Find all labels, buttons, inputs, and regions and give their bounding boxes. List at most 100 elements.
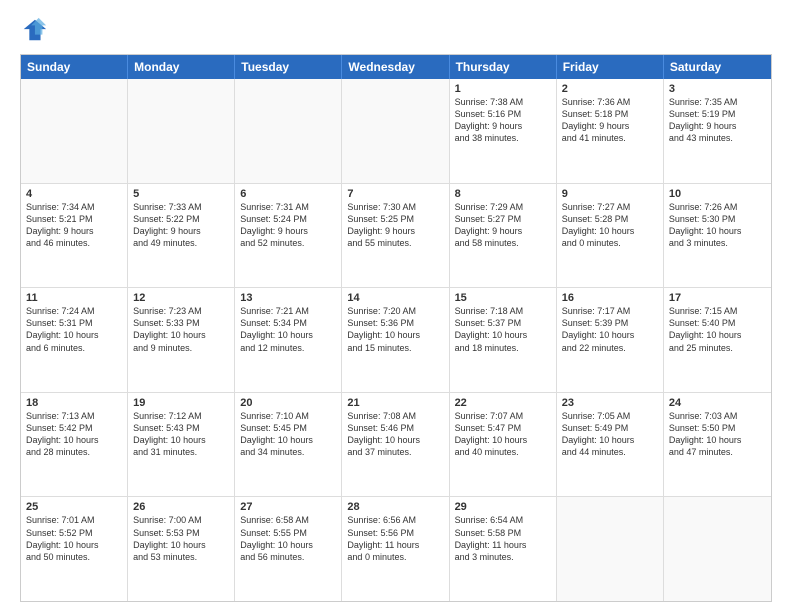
day-info: Sunrise: 7:20 AM Sunset: 5:36 PM Dayligh… (347, 305, 443, 354)
day-cell-3: 3Sunrise: 7:35 AM Sunset: 5:19 PM Daylig… (664, 79, 771, 183)
day-info: Sunrise: 7:27 AM Sunset: 5:28 PM Dayligh… (562, 201, 658, 250)
day-info: Sunrise: 7:24 AM Sunset: 5:31 PM Dayligh… (26, 305, 122, 354)
day-info: Sunrise: 7:21 AM Sunset: 5:34 PM Dayligh… (240, 305, 336, 354)
day-number: 9 (562, 188, 658, 200)
day-info: Sunrise: 7:08 AM Sunset: 5:46 PM Dayligh… (347, 410, 443, 459)
day-cell-11: 11Sunrise: 7:24 AM Sunset: 5:31 PM Dayli… (21, 288, 128, 392)
header-day-thursday: Thursday (450, 55, 557, 79)
logo-icon (20, 16, 48, 44)
calendar-body: 1Sunrise: 7:38 AM Sunset: 5:16 PM Daylig… (21, 79, 771, 601)
header (20, 16, 772, 44)
day-cell-16: 16Sunrise: 7:17 AM Sunset: 5:39 PM Dayli… (557, 288, 664, 392)
day-cell-24: 24Sunrise: 7:03 AM Sunset: 5:50 PM Dayli… (664, 393, 771, 497)
page: SundayMondayTuesdayWednesdayThursdayFrid… (0, 0, 792, 612)
day-info: Sunrise: 7:15 AM Sunset: 5:40 PM Dayligh… (669, 305, 766, 354)
day-info: Sunrise: 7:26 AM Sunset: 5:30 PM Dayligh… (669, 201, 766, 250)
day-info: Sunrise: 7:05 AM Sunset: 5:49 PM Dayligh… (562, 410, 658, 459)
empty-cell-0-1 (128, 79, 235, 183)
day-cell-13: 13Sunrise: 7:21 AM Sunset: 5:34 PM Dayli… (235, 288, 342, 392)
header-day-friday: Friday (557, 55, 664, 79)
day-cell-29: 29Sunrise: 6:54 AM Sunset: 5:58 PM Dayli… (450, 497, 557, 601)
day-number: 5 (133, 188, 229, 200)
day-cell-4: 4Sunrise: 7:34 AM Sunset: 5:21 PM Daylig… (21, 184, 128, 288)
calendar-row-0: 1Sunrise: 7:38 AM Sunset: 5:16 PM Daylig… (21, 79, 771, 184)
day-number: 16 (562, 292, 658, 304)
day-info: Sunrise: 7:01 AM Sunset: 5:52 PM Dayligh… (26, 514, 122, 563)
header-day-tuesday: Tuesday (235, 55, 342, 79)
day-number: 1 (455, 83, 551, 95)
day-cell-8: 8Sunrise: 7:29 AM Sunset: 5:27 PM Daylig… (450, 184, 557, 288)
day-info: Sunrise: 7:38 AM Sunset: 5:16 PM Dayligh… (455, 96, 551, 145)
day-number: 12 (133, 292, 229, 304)
day-number: 29 (455, 501, 551, 513)
calendar: SundayMondayTuesdayWednesdayThursdayFrid… (20, 54, 772, 602)
day-number: 23 (562, 397, 658, 409)
day-number: 6 (240, 188, 336, 200)
day-number: 25 (26, 501, 122, 513)
day-cell-25: 25Sunrise: 7:01 AM Sunset: 5:52 PM Dayli… (21, 497, 128, 601)
empty-cell-0-2 (235, 79, 342, 183)
day-number: 22 (455, 397, 551, 409)
day-cell-28: 28Sunrise: 6:56 AM Sunset: 5:56 PM Dayli… (342, 497, 449, 601)
day-cell-19: 19Sunrise: 7:12 AM Sunset: 5:43 PM Dayli… (128, 393, 235, 497)
logo (20, 16, 52, 44)
day-number: 14 (347, 292, 443, 304)
day-cell-7: 7Sunrise: 7:30 AM Sunset: 5:25 PM Daylig… (342, 184, 449, 288)
empty-cell-4-5 (557, 497, 664, 601)
day-number: 26 (133, 501, 229, 513)
day-cell-21: 21Sunrise: 7:08 AM Sunset: 5:46 PM Dayli… (342, 393, 449, 497)
day-number: 28 (347, 501, 443, 513)
calendar-row-2: 11Sunrise: 7:24 AM Sunset: 5:31 PM Dayli… (21, 288, 771, 393)
day-number: 3 (669, 83, 766, 95)
day-cell-2: 2Sunrise: 7:36 AM Sunset: 5:18 PM Daylig… (557, 79, 664, 183)
day-number: 13 (240, 292, 336, 304)
day-number: 15 (455, 292, 551, 304)
day-info: Sunrise: 7:18 AM Sunset: 5:37 PM Dayligh… (455, 305, 551, 354)
day-cell-1: 1Sunrise: 7:38 AM Sunset: 5:16 PM Daylig… (450, 79, 557, 183)
day-number: 21 (347, 397, 443, 409)
day-cell-10: 10Sunrise: 7:26 AM Sunset: 5:30 PM Dayli… (664, 184, 771, 288)
day-cell-17: 17Sunrise: 7:15 AM Sunset: 5:40 PM Dayli… (664, 288, 771, 392)
day-cell-18: 18Sunrise: 7:13 AM Sunset: 5:42 PM Dayli… (21, 393, 128, 497)
day-info: Sunrise: 7:10 AM Sunset: 5:45 PM Dayligh… (240, 410, 336, 459)
day-info: Sunrise: 7:34 AM Sunset: 5:21 PM Dayligh… (26, 201, 122, 250)
day-number: 7 (347, 188, 443, 200)
day-number: 19 (133, 397, 229, 409)
day-cell-15: 15Sunrise: 7:18 AM Sunset: 5:37 PM Dayli… (450, 288, 557, 392)
day-number: 2 (562, 83, 658, 95)
empty-cell-0-3 (342, 79, 449, 183)
day-number: 24 (669, 397, 766, 409)
day-info: Sunrise: 6:54 AM Sunset: 5:58 PM Dayligh… (455, 514, 551, 563)
header-day-monday: Monday (128, 55, 235, 79)
day-cell-22: 22Sunrise: 7:07 AM Sunset: 5:47 PM Dayli… (450, 393, 557, 497)
day-info: Sunrise: 7:03 AM Sunset: 5:50 PM Dayligh… (669, 410, 766, 459)
day-cell-27: 27Sunrise: 6:58 AM Sunset: 5:55 PM Dayli… (235, 497, 342, 601)
day-info: Sunrise: 7:33 AM Sunset: 5:22 PM Dayligh… (133, 201, 229, 250)
day-number: 27 (240, 501, 336, 513)
day-cell-23: 23Sunrise: 7:05 AM Sunset: 5:49 PM Dayli… (557, 393, 664, 497)
day-info: Sunrise: 7:23 AM Sunset: 5:33 PM Dayligh… (133, 305, 229, 354)
calendar-row-3: 18Sunrise: 7:13 AM Sunset: 5:42 PM Dayli… (21, 393, 771, 498)
day-cell-20: 20Sunrise: 7:10 AM Sunset: 5:45 PM Dayli… (235, 393, 342, 497)
day-cell-12: 12Sunrise: 7:23 AM Sunset: 5:33 PM Dayli… (128, 288, 235, 392)
day-number: 20 (240, 397, 336, 409)
day-cell-6: 6Sunrise: 7:31 AM Sunset: 5:24 PM Daylig… (235, 184, 342, 288)
day-cell-9: 9Sunrise: 7:27 AM Sunset: 5:28 PM Daylig… (557, 184, 664, 288)
day-info: Sunrise: 6:58 AM Sunset: 5:55 PM Dayligh… (240, 514, 336, 563)
header-day-saturday: Saturday (664, 55, 771, 79)
day-number: 11 (26, 292, 122, 304)
calendar-row-1: 4Sunrise: 7:34 AM Sunset: 5:21 PM Daylig… (21, 184, 771, 289)
day-info: Sunrise: 7:30 AM Sunset: 5:25 PM Dayligh… (347, 201, 443, 250)
day-info: Sunrise: 7:12 AM Sunset: 5:43 PM Dayligh… (133, 410, 229, 459)
day-info: Sunrise: 7:36 AM Sunset: 5:18 PM Dayligh… (562, 96, 658, 145)
day-number: 8 (455, 188, 551, 200)
empty-cell-0-0 (21, 79, 128, 183)
header-day-wednesday: Wednesday (342, 55, 449, 79)
day-info: Sunrise: 7:00 AM Sunset: 5:53 PM Dayligh… (133, 514, 229, 563)
day-info: Sunrise: 7:17 AM Sunset: 5:39 PM Dayligh… (562, 305, 658, 354)
header-day-sunday: Sunday (21, 55, 128, 79)
calendar-row-4: 25Sunrise: 7:01 AM Sunset: 5:52 PM Dayli… (21, 497, 771, 601)
day-cell-5: 5Sunrise: 7:33 AM Sunset: 5:22 PM Daylig… (128, 184, 235, 288)
day-number: 4 (26, 188, 122, 200)
day-info: Sunrise: 7:07 AM Sunset: 5:47 PM Dayligh… (455, 410, 551, 459)
